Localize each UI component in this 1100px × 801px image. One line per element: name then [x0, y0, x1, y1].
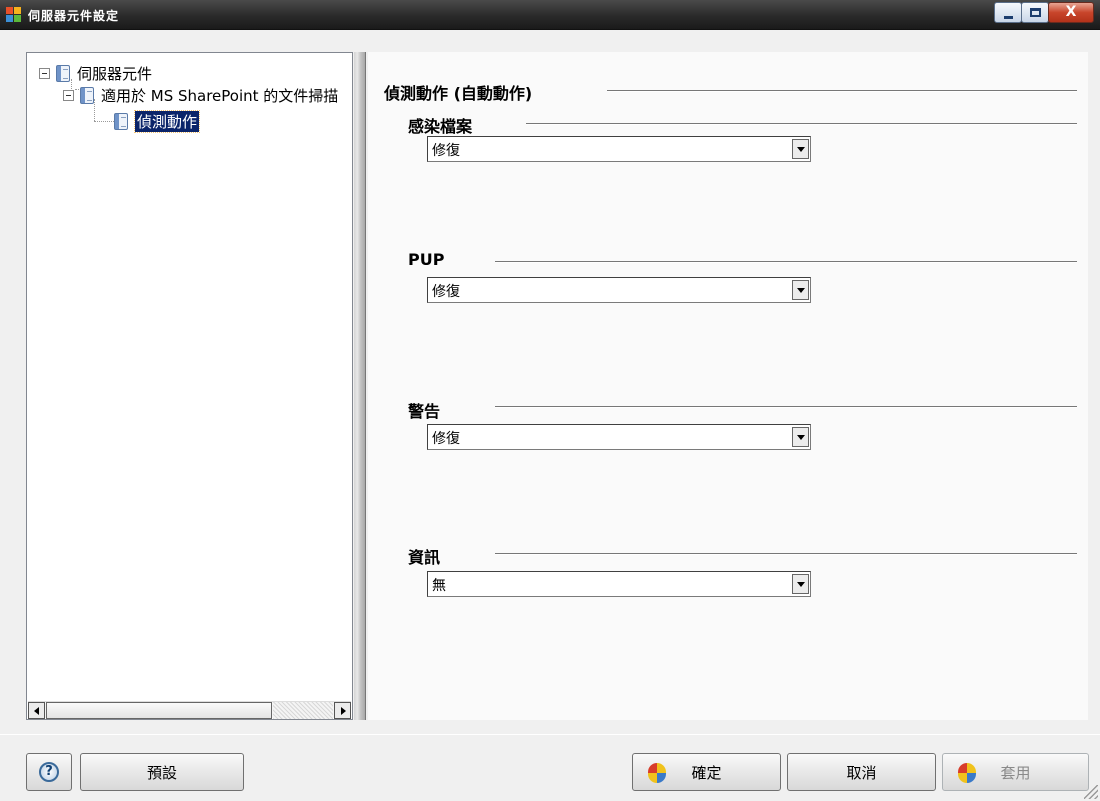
close-icon: X: [1065, 4, 1077, 20]
document-icon: [114, 112, 128, 130]
chevron-down-icon[interactable]: [792, 427, 809, 447]
maximize-icon: [1030, 8, 1041, 17]
help-icon: ?: [39, 762, 59, 782]
arrow-right-icon: [341, 707, 346, 715]
default-button[interactable]: 預設: [80, 753, 244, 791]
window-title: 伺服器元件設定: [28, 9, 120, 23]
horizontal-scrollbar[interactable]: [28, 701, 351, 719]
section-label-infected: 感染檔案: [408, 117, 473, 136]
arrow-left-icon: [34, 707, 39, 715]
section-label-pup: PUP: [408, 250, 445, 269]
maximize-button[interactable]: [1021, 2, 1049, 23]
ok-button-label: 確定: [691, 763, 722, 782]
collapse-icon[interactable]: [39, 67, 50, 79]
apply-button[interactable]: 套用: [942, 753, 1089, 791]
minimize-icon: [1004, 16, 1013, 19]
ok-button[interactable]: 確定: [632, 753, 781, 791]
document-icon: [80, 86, 94, 104]
close-button[interactable]: X: [1048, 2, 1094, 23]
minimize-button[interactable]: [994, 2, 1022, 23]
tree-item-sharepoint-scan[interactable]: 適用於 MS SharePoint 的文件掃描: [63, 85, 338, 105]
cancel-button[interactable]: 取消: [787, 753, 936, 791]
panel-splitter[interactable]: [354, 52, 366, 720]
avg-logo-icon: [6, 7, 22, 23]
detection-actions-panel: 偵測動作 (自動動作) 感染檔案 修復 PUP 修復 警告 修復 資訊 無: [368, 52, 1088, 720]
section-label-info: 資訊: [408, 548, 441, 567]
chevron-down-icon[interactable]: [792, 574, 809, 594]
scroll-left-button[interactable]: [28, 702, 45, 719]
default-button-label: 預設: [146, 763, 177, 782]
shield-icon: [958, 763, 976, 783]
select-value: 修復: [432, 284, 460, 300]
divider: [526, 123, 1077, 125]
chevron-down-icon[interactable]: [792, 139, 809, 159]
button-bar: ? 預設 確定 取消 套用: [0, 734, 1100, 801]
info-select[interactable]: 無: [427, 571, 811, 597]
tree-item-label: 伺服器元件: [77, 64, 153, 83]
divider: [495, 553, 1077, 555]
divider: [495, 261, 1077, 263]
tree-item-detection-actions[interactable]: 偵測動作: [114, 109, 201, 133]
resize-grip-icon[interactable]: [1084, 785, 1098, 799]
scroll-thumb[interactable]: [46, 702, 272, 719]
apply-button-label: 套用: [1000, 763, 1031, 782]
divider: [607, 90, 1077, 92]
select-value: 無: [432, 578, 446, 594]
divider: [495, 406, 1077, 408]
scroll-right-button[interactable]: [334, 702, 351, 719]
shield-icon: [648, 763, 666, 783]
infected-files-select[interactable]: 修復: [427, 136, 811, 162]
select-value: 修復: [432, 431, 460, 447]
warning-select[interactable]: 修復: [427, 424, 811, 450]
select-value: 修復: [432, 143, 460, 159]
section-label-warning: 警告: [408, 402, 441, 421]
window-controls: X: [994, 2, 1094, 24]
pup-select[interactable]: 修復: [427, 277, 811, 303]
collapse-icon[interactable]: [63, 89, 74, 101]
cancel-button-label: 取消: [846, 763, 877, 782]
help-button[interactable]: ?: [26, 753, 72, 791]
chevron-down-icon[interactable]: [792, 280, 809, 300]
tree-item-label: 偵測動作: [133, 109, 201, 133]
document-icon: [56, 64, 70, 82]
tree-item-label: 適用於 MS SharePoint 的文件掃描: [101, 86, 339, 105]
scroll-track[interactable]: [273, 702, 333, 719]
main-title: 偵測動作 (自動動作): [384, 84, 533, 103]
title-bar: 伺服器元件設定 X: [0, 0, 1100, 30]
settings-tree[interactable]: 伺服器元件 適用於 MS SharePoint 的文件掃描 偵測動作: [26, 52, 353, 720]
tree-item-server-components[interactable]: 伺服器元件: [39, 63, 152, 83]
tree-connector: [94, 121, 114, 122]
